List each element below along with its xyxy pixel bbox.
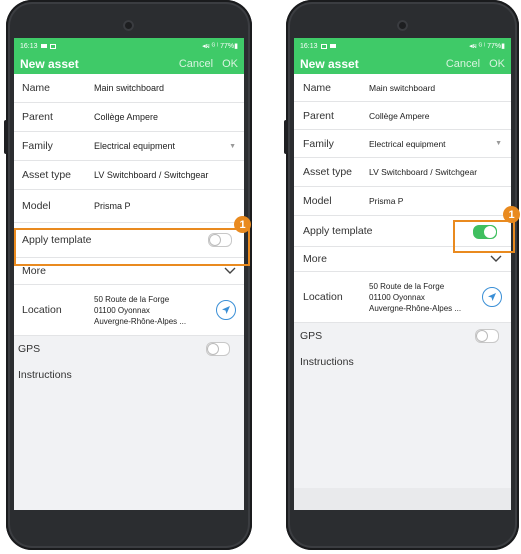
- navigation-arrow-icon: [222, 306, 230, 314]
- asset-type-value: LV Switchboard / Switchgear: [369, 167, 478, 177]
- chevron-down-icon: [224, 267, 236, 274]
- gps-toggle[interactable]: [475, 329, 499, 343]
- screen-left: 16:13 ◂ผ ᴳ ˡ 77%▮ New asset Cancel OK Na…: [14, 38, 244, 510]
- address-line-2: 01100 Oyonnax: [369, 292, 425, 302]
- asset-form: Name Main switchboard Parent Collège Amp…: [294, 74, 511, 323]
- time-text: 16:13: [20, 42, 38, 50]
- message-icon: [40, 44, 47, 48]
- family-label: Family: [22, 140, 53, 152]
- apply-template-highlight: [453, 220, 515, 253]
- locate-button[interactable]: [482, 287, 502, 307]
- phone-right: 16:13 ◂ผ ᴳ ˡ 77%▮ New asset Cancel OK Na…: [284, 0, 519, 550]
- system-status-icons: ◂ผ ᴳ ˡ 77%▮: [202, 42, 238, 50]
- dropdown-arrow-icon: ▼: [495, 140, 502, 147]
- system-status-icons: ◂ผ ᴳ ˡ 77%▮: [469, 42, 505, 50]
- locate-button[interactable]: [216, 300, 236, 320]
- apply-template-highlight: [14, 228, 250, 266]
- family-label: Family: [303, 137, 334, 150]
- toggle-knob: [207, 343, 219, 355]
- app-bar: New asset Cancel OK: [14, 54, 244, 74]
- name-label: Name: [22, 82, 51, 94]
- image-icon: [49, 43, 56, 49]
- asset-form: Name Main switchboard Parent Collège Amp…: [14, 74, 244, 336]
- image-icon: [320, 43, 327, 49]
- model-label: Model: [303, 195, 332, 207]
- gps-toggle[interactable]: [206, 342, 230, 356]
- parent-value: Collège Ampere: [94, 112, 159, 122]
- asset-type-value: LV Switchboard / Switchgear: [94, 170, 209, 180]
- family-value: Electrical equipment: [94, 141, 176, 151]
- front-camera: [397, 20, 408, 31]
- page-title: New asset: [300, 57, 359, 71]
- asset-type-label: Asset type: [22, 169, 72, 181]
- family-value: Electrical equipment: [369, 138, 446, 149]
- side-button: [284, 120, 288, 154]
- family-row[interactable]: Family Electrical equipment ▼: [294, 130, 511, 158]
- more-label: More: [22, 265, 46, 277]
- status-bar: 16:13 ◂ผ ᴳ ˡ 77%▮: [294, 38, 511, 54]
- side-button: [4, 120, 8, 154]
- model-label: Model: [22, 200, 51, 212]
- callout-badge: 1: [234, 216, 251, 233]
- instructions-label: Instructions: [300, 356, 354, 368]
- location-label: Location: [22, 304, 62, 316]
- apply-template-label: Apply template: [303, 225, 373, 237]
- asset-type-row[interactable]: Asset type LV Switchboard / Switchgear: [294, 158, 511, 187]
- parent-row[interactable]: Parent Collège Ampere: [14, 103, 244, 132]
- parent-label: Parent: [22, 111, 53, 123]
- address-line-2: 01100 Oyonnax: [94, 305, 150, 315]
- name-value: Main switchboard: [94, 83, 165, 93]
- bottom-panel: [294, 488, 511, 510]
- app-bar: New asset Cancel OK: [294, 54, 511, 74]
- asset-type-row[interactable]: Asset type LV Switchboard / Switchgear: [14, 161, 244, 190]
- cancel-button[interactable]: Cancel: [179, 58, 213, 70]
- address-line-3: Auvergne-Rhône-Alpes ...: [94, 316, 187, 326]
- location-address: 50 Route de la Forge 01100 Oyonnax Auver…: [369, 281, 482, 314]
- gps-row[interactable]: GPS: [294, 323, 511, 349]
- name-value: Main switchboard: [369, 82, 436, 93]
- location-row[interactable]: Location 50 Route de la Forge 01100 Oyon…: [14, 285, 244, 336]
- navigation-arrow-icon: [488, 293, 496, 301]
- gps-label: GPS: [300, 330, 323, 342]
- family-row[interactable]: Family Electrical equipment ▼: [14, 132, 244, 161]
- model-row[interactable]: Model Prisma P: [294, 187, 511, 216]
- location-label: Location: [303, 291, 343, 303]
- address-line-1: 50 Route de la Forge: [369, 281, 445, 291]
- cancel-button[interactable]: Cancel: [446, 58, 480, 70]
- page-title: New asset: [20, 57, 79, 71]
- name-row[interactable]: Name Main switchboard: [294, 74, 511, 102]
- model-value: Prisma P: [94, 201, 131, 211]
- location-row[interactable]: Location 50 Route de la Forge 01100 Oyon…: [294, 272, 511, 323]
- name-row[interactable]: Name Main switchboard: [14, 74, 244, 103]
- asset-type-label: Asset type: [303, 166, 353, 178]
- front-camera: [123, 20, 134, 31]
- chevron-down-icon: [490, 255, 502, 262]
- time-text: 16:13: [300, 42, 318, 50]
- ok-button[interactable]: OK: [222, 58, 238, 70]
- model-row[interactable]: Model Prisma P: [14, 190, 244, 223]
- ok-button[interactable]: OK: [489, 58, 505, 70]
- status-bar: 16:13 ◂ผ ᴳ ˡ 77%▮: [14, 38, 244, 54]
- dropdown-arrow-icon: ▼: [229, 142, 236, 150]
- phone-left: 16:13 ◂ผ ᴳ ˡ 77%▮ New asset Cancel OK Na…: [4, 0, 252, 550]
- address-line-1: 50 Route de la Forge: [94, 294, 170, 304]
- instructions-label: Instructions: [18, 369, 72, 381]
- gps-label: GPS: [18, 343, 41, 355]
- instructions-row[interactable]: Instructions: [294, 349, 511, 375]
- parent-value: Collège Ampere: [369, 110, 430, 121]
- more-label: More: [303, 253, 327, 265]
- location-address: 50 Route de la Forge 01100 Oyonnax Auver…: [94, 294, 216, 327]
- address-line-3: Auvergne-Rhône-Alpes ...: [369, 303, 462, 313]
- instructions-row[interactable]: Instructions: [14, 362, 244, 388]
- parent-label: Parent: [303, 109, 334, 122]
- name-label: Name: [303, 81, 332, 94]
- model-value: Prisma P: [369, 196, 404, 206]
- parent-row[interactable]: Parent Collège Ampere: [294, 102, 511, 130]
- message-icon: [329, 44, 336, 48]
- gps-row[interactable]: GPS: [14, 336, 244, 362]
- screen-right: 16:13 ◂ผ ᴳ ˡ 77%▮ New asset Cancel OK Na…: [294, 38, 511, 510]
- callout-badge: 1: [503, 206, 520, 223]
- toggle-knob: [476, 330, 488, 342]
